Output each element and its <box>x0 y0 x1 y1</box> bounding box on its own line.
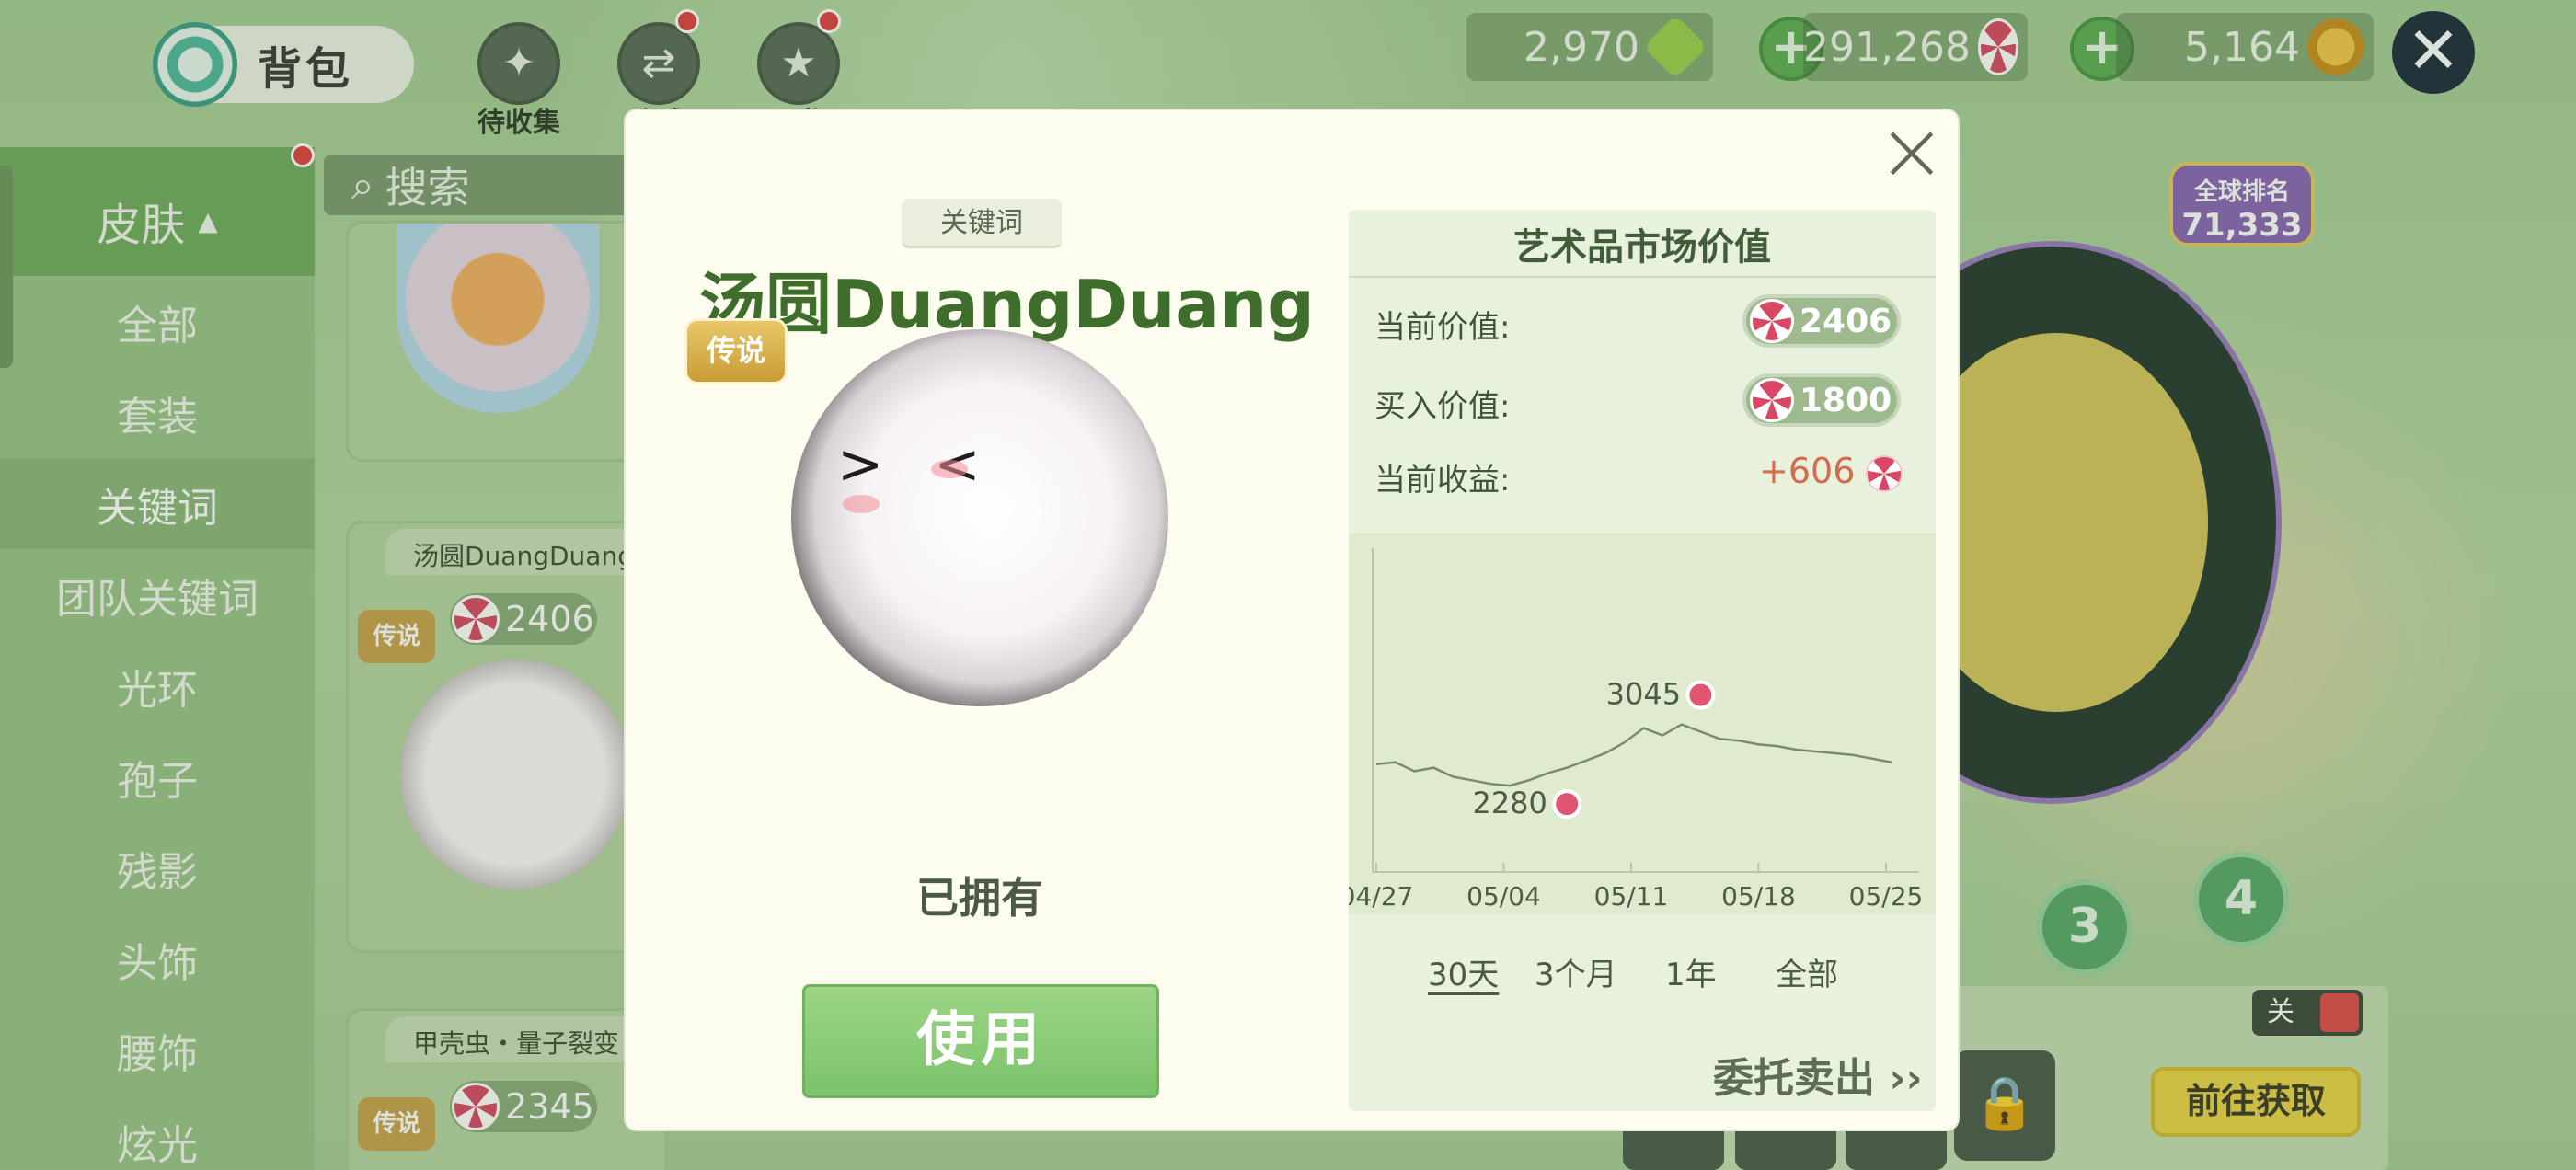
price-line <box>1375 723 1892 787</box>
face-expression: > < <box>837 432 997 497</box>
lollipop-icon <box>1552 789 1582 820</box>
lollipop-icon <box>1866 454 1903 492</box>
consign-sell-button[interactable]: 委托卖出 ›› <box>1713 1045 1923 1104</box>
current-value-label: 当前价值: <box>1374 309 1511 346</box>
current-value-pill: 2406 <box>1742 294 1901 348</box>
close-icon[interactable]: × <box>1875 110 1949 193</box>
chart-annotation: 2280 <box>1472 786 1547 820</box>
range-tab-30d[interactable]: 30天 <box>1428 949 1499 994</box>
lollipop-icon <box>1750 378 1794 422</box>
blush <box>843 495 880 513</box>
x-tick-label: 05/04 <box>1466 881 1541 912</box>
profit-label: 当前收益: <box>1374 462 1511 499</box>
range-tab-all[interactable]: 全部 <box>1776 949 1838 994</box>
current-value: 2406 <box>1800 302 1892 340</box>
buy-value-pill: 1800 <box>1742 373 1901 427</box>
owned-status: 已拥有 <box>916 873 1043 923</box>
lollipop-icon <box>1685 680 1716 710</box>
chart-annotation: 3045 <box>1606 677 1681 712</box>
divider <box>1349 276 1936 278</box>
profit-value: +606 <box>1759 451 1856 491</box>
x-tick-label: 05/11 <box>1594 881 1669 912</box>
lollipop-icon <box>1750 299 1794 343</box>
rarity-badge: 传说 <box>684 318 788 384</box>
range-tab-3m[interactable]: 3个月 <box>1535 949 1617 994</box>
profit-display: +606 <box>1759 451 1903 492</box>
range-tab-1y[interactable]: 1年 <box>1665 949 1717 994</box>
price-chart: 04/27 05/04 05/11 05/18 05/25 2280 3045 <box>1349 548 1924 912</box>
blush <box>931 460 968 478</box>
buy-value-label: 买入价值: <box>1374 388 1511 425</box>
market-title: 艺术品市场价值 <box>1513 226 1771 269</box>
use-button[interactable]: 使用 <box>802 984 1159 1098</box>
category-tag: 关键词 <box>902 199 1062 248</box>
x-tick-label: 04/27 <box>1349 881 1413 912</box>
tangyuan-preview <box>791 329 1168 706</box>
x-tick-label: 05/25 <box>1849 881 1924 912</box>
buy-value: 1800 <box>1800 381 1892 419</box>
x-tick-label: 05/18 <box>1721 881 1796 912</box>
